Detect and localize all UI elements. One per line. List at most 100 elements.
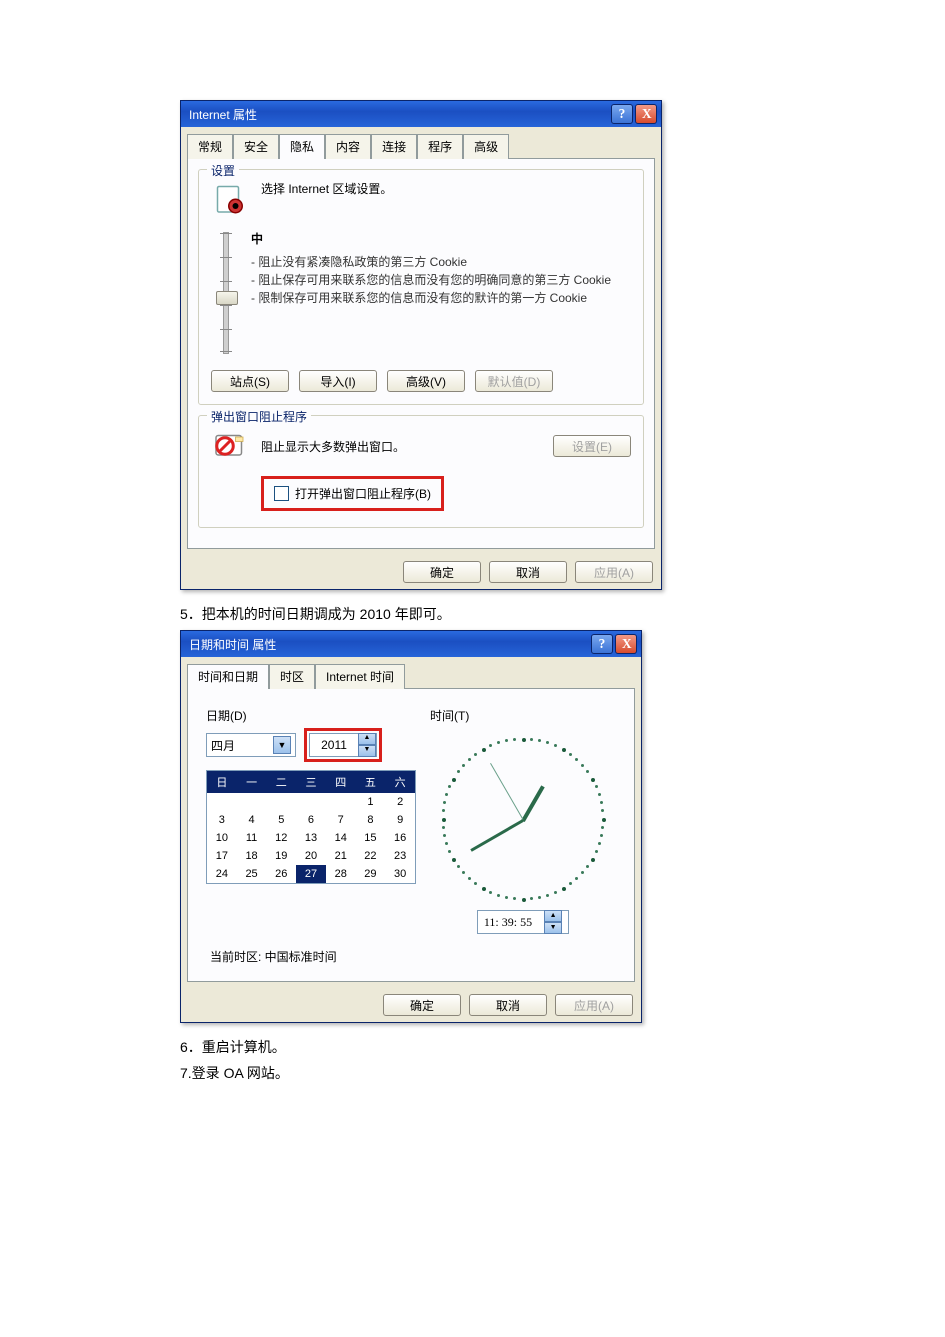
time-input[interactable]: 11: 39: 55 ▲ ▼ (477, 910, 569, 934)
close-button[interactable]: X (615, 634, 637, 654)
tab-1[interactable]: 时区 (269, 664, 315, 689)
dialog-title: 日期和时间 属性 (189, 636, 276, 653)
calendar-day[interactable]: 22 (356, 847, 386, 865)
calendar-day[interactable]: 25 (237, 865, 267, 883)
calendar-day[interactable]: 19 (266, 847, 296, 865)
popup-block-checkbox[interactable] (274, 486, 289, 501)
calendar-day[interactable]: 20 (296, 847, 326, 865)
titlebar[interactable]: Internet 属性 ? X (181, 101, 661, 127)
settings-legend: 设置 (207, 162, 239, 179)
calendar-day[interactable]: 24 (207, 865, 237, 883)
import-button[interactable]: 导入(I) (299, 370, 377, 392)
calendar-day[interactable]: 2 (385, 793, 415, 811)
privacy-level: 中 (251, 230, 631, 247)
weekday-header: 二 (266, 771, 296, 793)
internet-properties-dialog: Internet 属性 ? X 常规安全隐私内容连接程序高级 设置 选择 Int… (180, 100, 662, 590)
time-label: 时间(T) (430, 707, 469, 724)
dialog-footer: 确定 取消 应用(A) (181, 555, 661, 589)
tab-3[interactable]: 内容 (325, 134, 371, 159)
hour-hand (521, 785, 544, 822)
calendar-day[interactable]: 14 (326, 829, 356, 847)
popup-legend: 弹出窗口阻止程序 (207, 408, 311, 425)
tab-0[interactable]: 时间和日期 (187, 664, 269, 689)
calendar-day[interactable]: 15 (356, 829, 386, 847)
calendar-day (237, 793, 267, 811)
tab-6[interactable]: 高级 (463, 134, 509, 159)
second-hand (490, 763, 523, 820)
tab-2[interactable]: Internet 时间 (315, 664, 405, 689)
cancel-button[interactable]: 取消 (469, 994, 547, 1016)
dialog-footer: 确定 取消 应用(A) (181, 988, 641, 1022)
time-up-button[interactable]: ▲ (544, 910, 562, 922)
slider-thumb[interactable] (216, 291, 238, 305)
sites-button[interactable]: 站点(S) (211, 370, 289, 392)
analog-clock (438, 734, 608, 904)
year-down-button[interactable]: ▼ (358, 745, 376, 757)
calendar-day[interactable]: 10 (207, 829, 237, 847)
calendar-day[interactable]: 26 (266, 865, 296, 883)
ok-button[interactable]: 确定 (403, 561, 481, 583)
calendar-day[interactable]: 28 (326, 865, 356, 883)
calendar-day[interactable]: 30 (385, 865, 415, 883)
privacy-description: - 阻止没有紧凑隐私政策的第三方 Cookie- 阻止保存可用来联系您的信息而没… (251, 253, 631, 307)
calendar-day[interactable]: 13 (296, 829, 326, 847)
calendar-day[interactable]: 27 (296, 865, 326, 883)
tab-1[interactable]: 安全 (233, 134, 279, 159)
close-button[interactable]: X (635, 104, 657, 124)
cancel-button[interactable]: 取消 (489, 561, 567, 583)
tab-5[interactable]: 程序 (417, 134, 463, 159)
titlebar[interactable]: 日期和时间 属性 ? X (181, 631, 641, 657)
calendar-day[interactable]: 5 (266, 811, 296, 829)
tab-strip: 时间和日期时区Internet 时间 (181, 657, 641, 688)
year-up-button[interactable]: ▲ (358, 733, 376, 745)
weekday-header: 五 (356, 771, 386, 793)
month-combo[interactable]: 四月 ▼ (206, 733, 296, 757)
calendar[interactable]: 日一二三四五六 12345678910111213141516171819202… (206, 770, 416, 884)
settings-intro: 选择 Internet 区域设置。 (261, 180, 392, 197)
calendar-day[interactable]: 17 (207, 847, 237, 865)
calendar-day[interactable]: 29 (356, 865, 386, 883)
default-button[interactable]: 默认值(D) (475, 370, 553, 392)
calendar-day[interactable]: 18 (237, 847, 267, 865)
weekday-header: 四 (326, 771, 356, 793)
calendar-day[interactable]: 12 (266, 829, 296, 847)
year-input[interactable] (310, 737, 358, 753)
calendar-day[interactable]: 21 (326, 847, 356, 865)
year-highlight: ▲ ▼ (304, 728, 382, 762)
step-6-text: 6．重启计算机。 (180, 1037, 765, 1057)
popup-settings-button[interactable]: 设置(E) (553, 435, 631, 457)
date-label: 日期(D) (206, 707, 416, 724)
tab-2[interactable]: 隐私 (279, 134, 325, 159)
calendar-day[interactable]: 7 (326, 811, 356, 829)
calendar-day (207, 793, 237, 811)
help-button[interactable]: ? (591, 634, 613, 654)
privacy-slider[interactable] (211, 226, 241, 360)
popup-checkbox-highlight: 打开弹出窗口阻止程序(B) (261, 476, 444, 511)
tab-0[interactable]: 常规 (187, 134, 233, 159)
tab-pane-privacy: 设置 选择 Internet 区域设置。 (187, 158, 655, 549)
apply-button[interactable]: 应用(A) (575, 561, 653, 583)
calendar-day[interactable]: 3 (207, 811, 237, 829)
tab-4[interactable]: 连接 (371, 134, 417, 159)
advanced-button[interactable]: 高级(V) (387, 370, 465, 392)
calendar-day[interactable]: 6 (296, 811, 326, 829)
settings-group: 设置 选择 Internet 区域设置。 (198, 169, 644, 405)
calendar-day[interactable]: 4 (237, 811, 267, 829)
apply-button[interactable]: 应用(A) (555, 994, 633, 1016)
ok-button[interactable]: 确定 (383, 994, 461, 1016)
time-down-button[interactable]: ▼ (544, 922, 562, 934)
calendar-day[interactable]: 1 (356, 793, 386, 811)
weekday-header: 日 (207, 771, 237, 793)
calendar-day[interactable]: 16 (385, 829, 415, 847)
weekday-header: 一 (237, 771, 267, 793)
calendar-day[interactable]: 11 (237, 829, 267, 847)
step-5-text: 5．把本机的时间日期调成为 2010 年即可。 (180, 604, 765, 624)
calendar-day[interactable]: 9 (385, 811, 415, 829)
calendar-day[interactable]: 23 (385, 847, 415, 865)
year-spinner[interactable]: ▲ ▼ (309, 733, 377, 757)
help-button[interactable]: ? (611, 104, 633, 124)
calendar-day[interactable]: 8 (356, 811, 386, 829)
calendar-day (266, 793, 296, 811)
popup-checkbox-label: 打开弹出窗口阻止程序(B) (295, 485, 431, 502)
timezone-text: 当前时区: 中国标准时间 (198, 942, 624, 971)
